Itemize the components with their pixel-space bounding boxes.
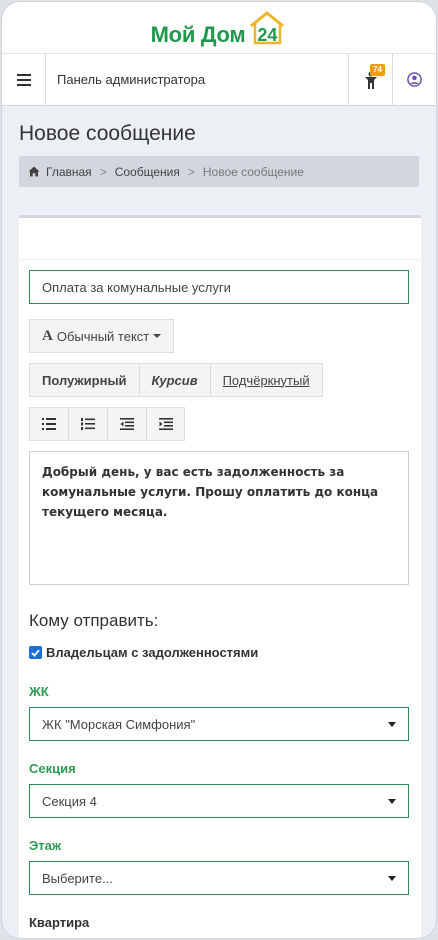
logo[interactable]: Мой Дом 24 [151, 10, 288, 46]
logo-number: 24 [257, 24, 278, 45]
logo-bar: Мой Дом 24 [2, 2, 436, 54]
outdent-icon [120, 418, 134, 430]
section-select[interactable]: Секция 4 [29, 784, 409, 818]
dropdown-arrow-icon [388, 721, 396, 727]
breadcrumb-home-link[interactable]: Главная [46, 165, 92, 179]
logo-house-icon: 24 [247, 10, 287, 46]
complex-select[interactable]: ЖК "Морская Симфония" [29, 707, 409, 741]
breadcrumb-messages-link[interactable]: Сообщения [115, 165, 180, 179]
underline-button[interactable]: Подчёркнутый [209, 363, 323, 397]
floor-label: Этаж [29, 838, 62, 853]
outdent-button[interactable] [107, 407, 146, 441]
app-frame: Мой Дом 24 Панель администратора 74 Ново… [2, 2, 436, 938]
send-to-title: Кому отправить: [29, 611, 159, 630]
apartment-label: Квартира [29, 915, 90, 930]
debtors-checkbox-label: Владельцам с задолженностями [46, 645, 259, 660]
bullet-list-icon [42, 418, 56, 430]
complex-select-value: ЖК "Морская Симфония" [42, 716, 196, 732]
section-label: Секция [29, 761, 76, 776]
sidebar-toggle-button[interactable] [2, 54, 46, 105]
text-style-label: Обычный текст [56, 328, 150, 344]
breadcrumb-separator: > [99, 164, 107, 179]
bold-button[interactable]: Полужирный [29, 363, 139, 397]
italic-button[interactable]: Курсив [138, 363, 210, 397]
debtors-checkbox-row[interactable]: Владельцам с задолженностями [29, 645, 411, 660]
home-icon [28, 166, 40, 177]
breadcrumb-current: Новое сообщение [202, 164, 304, 179]
notifications-badge: 74 [370, 64, 385, 76]
breadcrumb-separator: > [187, 164, 195, 179]
complex-label: ЖК [29, 684, 49, 699]
logo-text: Мой Дом [150, 21, 246, 47]
dropdown-arrow-icon [388, 875, 396, 881]
bullet-list-button[interactable] [29, 407, 68, 441]
floor-select[interactable]: Выберите... [29, 861, 409, 895]
caret-down-icon [153, 334, 162, 338]
numbered-list-icon [81, 418, 95, 430]
debtors-checkbox[interactable] [29, 646, 42, 659]
hamburger-icon [16, 73, 31, 86]
dropdown-arrow-icon [388, 798, 396, 804]
box-header [19, 218, 421, 260]
numbered-list-button[interactable] [68, 407, 107, 441]
navbar-title: Панель администратора [57, 72, 206, 87]
section-select-value: Секция 4 [42, 793, 97, 809]
notifications-button[interactable]: 74 [348, 54, 392, 105]
page-title: Новое сообщение [19, 122, 196, 145]
subject-input[interactable]: Оплата за комунальные услуги [29, 270, 409, 304]
format-button-group: Полужирный Курсив Подчёркнутый [29, 363, 411, 397]
indent-button[interactable] [146, 407, 185, 441]
message-form-box: Оплата за комунальные услуги A Обычный т… [19, 215, 421, 938]
user-circle-icon [407, 72, 422, 87]
breadcrumb: Главная > Сообщения > Новое сообщение [19, 156, 419, 187]
message-editor[interactable]: Добрый день, у вас есть задолженность за… [29, 451, 409, 585]
list-button-group [29, 407, 411, 441]
font-icon: A [42, 327, 53, 344]
indent-icon [158, 418, 173, 430]
top-navbar: Панель администратора 74 [2, 54, 436, 106]
content-header: Новое сообщение Главная > Сообщения > Но… [2, 106, 436, 187]
box-body: Оплата за комунальные услуги A Обычный т… [19, 260, 421, 938]
checkmark-icon [31, 649, 40, 657]
text-style-dropdown[interactable]: A Обычный текст [29, 319, 175, 353]
user-menu-button[interactable] [392, 54, 436, 105]
floor-select-value: Выберите... [42, 870, 113, 886]
